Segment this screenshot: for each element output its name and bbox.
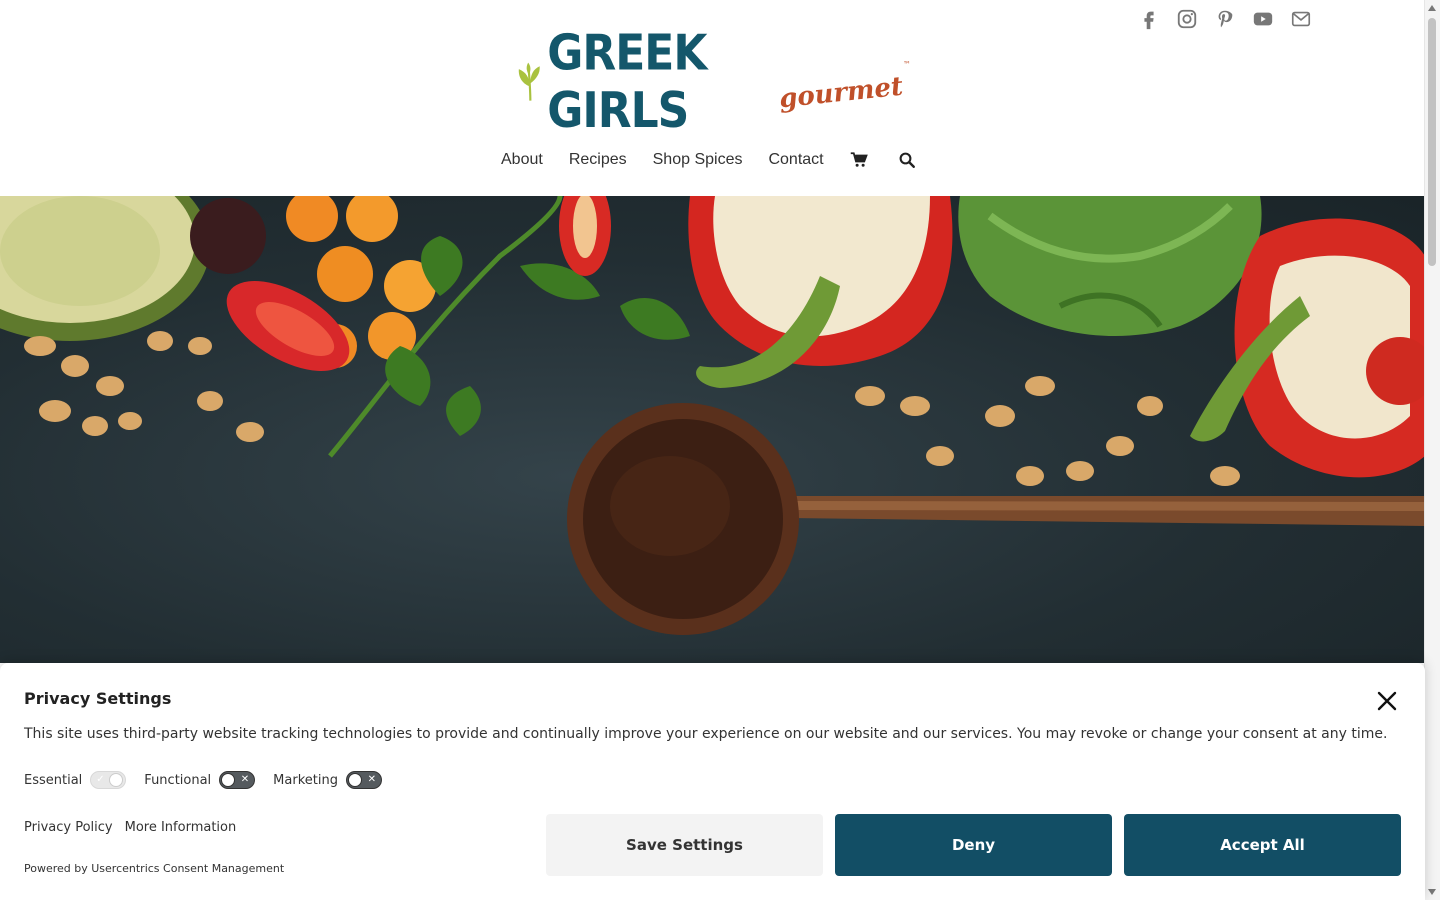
nav-item-contact[interactable]: Contact [768,148,823,172]
essential-switch: ✓ [90,771,127,789]
marketing-switch[interactable]: ✕ [345,771,382,789]
x-icon: ✕ [367,774,376,785]
check-icon: ✓ [96,774,105,785]
toggle-marketing: Marketing ✕ [273,771,382,789]
search-icon[interactable] [898,151,916,169]
functional-switch[interactable]: ✕ [219,771,256,789]
x-icon: ✕ [240,774,250,785]
cart-icon[interactable] [850,151,868,169]
logo-main-text: GREEK GIRLS [547,24,707,140]
site-logo[interactable]: GREEK GIRLS gourmet ™ [516,25,911,139]
page-scrollbar[interactable] [1424,0,1440,900]
youtube-icon[interactable] [1252,8,1274,30]
toggle-functional: Functional ✕ [144,771,256,789]
scroll-up-arrow-icon[interactable] [1428,5,1436,11]
consent-description: This site uses third-party website track… [24,726,1388,742]
logo-sub-text: gourmet [777,71,905,115]
facebook-icon[interactable] [1138,8,1160,30]
toggle-functional-label: Functional [144,772,212,788]
nav-item-recipes[interactable]: Recipes [569,148,627,172]
privacy-policy-link[interactable]: Privacy Policy [24,820,113,835]
main-nav: About Recipes Shop Spices Contact [501,148,946,172]
leaf-icon [518,62,540,101]
hero-illustration [0,196,1425,635]
email-icon[interactable] [1290,8,1312,30]
toggle-essential: Essential ✓ [24,771,127,789]
toggle-essential-label: Essential [24,772,83,788]
nav-item-about[interactable]: About [501,148,543,172]
privacy-consent-banner: Privacy Settings This site uses third-pa… [0,663,1425,900]
hero-image [0,196,1425,663]
consent-title: Privacy Settings [24,689,172,708]
switch-knob [221,773,236,787]
save-settings-button[interactable]: Save Settings [546,814,823,876]
switch-knob [109,773,124,787]
nav-item-shop-spices[interactable]: Shop Spices [653,148,743,172]
pinterest-icon[interactable] [1214,8,1236,30]
instagram-icon[interactable] [1176,8,1198,30]
powered-by-link[interactable]: Powered by Usercentrics Consent Manageme… [24,862,284,875]
switch-knob [347,773,362,787]
social-icons [1138,8,1312,30]
accept-all-button[interactable]: Accept All [1124,814,1401,876]
deny-button[interactable]: Deny [835,814,1112,876]
close-icon[interactable] [1375,689,1399,713]
consent-links: Privacy Policy More Information [24,820,248,835]
more-information-link[interactable]: More Information [125,820,237,835]
scroll-down-arrow-icon[interactable] [1428,889,1436,895]
toggle-marketing-label: Marketing [273,772,338,788]
logo-trademark: ™ [903,59,911,69]
scrollbar-thumb[interactable] [1428,18,1436,266]
consent-toggles: Essential ✓ Functional ✕ Marketing ✕ [24,771,400,789]
